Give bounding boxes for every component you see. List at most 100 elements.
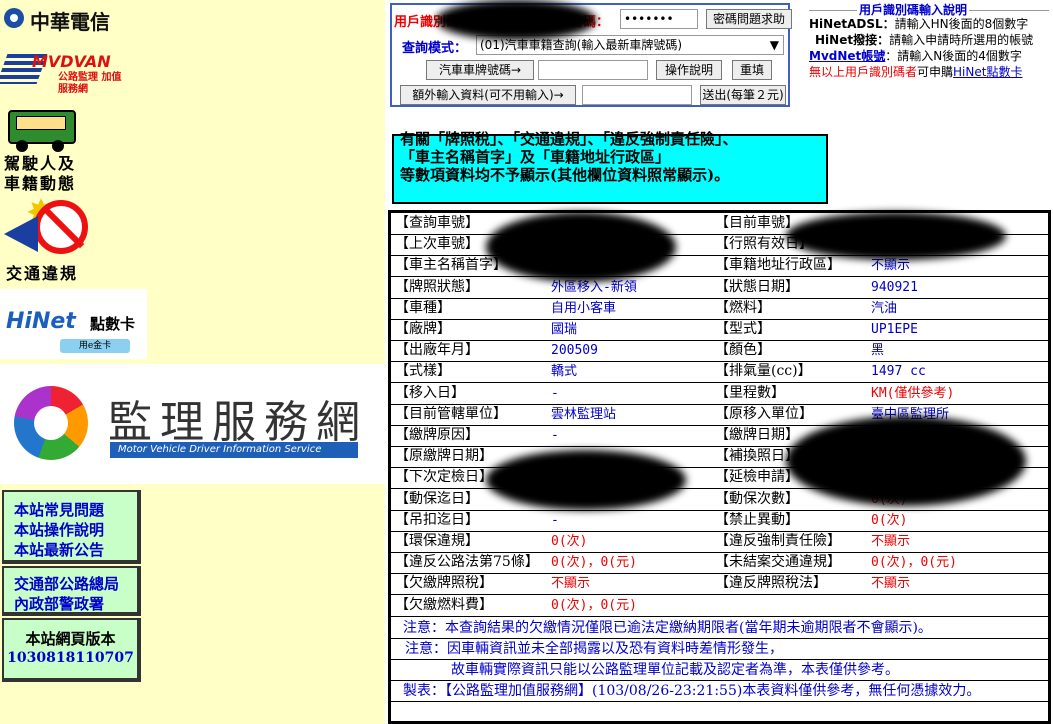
field-value: 不顯示: [871, 534, 911, 549]
mvdnet-link[interactable]: MvdNet帳號: [809, 49, 885, 63]
notice-line: 注意：本查詢結果的欠繳情況僅限已逾法定繳納期限者(當年期未逾期限者不會顯示)。: [391, 618, 1048, 639]
field-value: 200509: [551, 343, 598, 359]
reset-button[interactable]: 重填: [732, 60, 772, 80]
field-value: 0(次)，0(元): [551, 555, 637, 571]
mvdvan-logo[interactable]: MVDVAN 公路監理 加值服務網: [0, 40, 122, 98]
cht-logo[interactable]: 中華電信: [4, 6, 144, 34]
field-label: 【車種】: [395, 299, 451, 316]
table-row: 【移入日】 - 【里程數】 KM(僅供參考): [391, 383, 1048, 405]
mvdis-banner[interactable]: 監理服務網 Motor Vehicle Driver Information S…: [0, 364, 385, 484]
field-label: 【禁止異動】: [715, 511, 799, 528]
cht-logo-icon: [4, 8, 24, 28]
forgot-password-button[interactable]: 密碼問題求助: [706, 9, 792, 29]
field-label: 【式樣】: [395, 363, 451, 380]
field-label: 【牌照狀態】: [395, 278, 479, 295]
field-value: 黑: [871, 343, 885, 359]
field-label: 【違反公路法第75條】: [395, 554, 539, 571]
field-label: 【排氣量(cc)】: [715, 363, 812, 380]
field-value: 940921: [871, 279, 918, 295]
field-value: UP1EPE: [871, 322, 918, 337]
field-label: 【目前車號】: [715, 215, 799, 231]
field-value: 雲林監理站: [551, 406, 617, 422]
notice-line: 故車輛實際資訊只能以公路監理單位記載及認定者為準，本表僅供參考。: [391, 660, 1048, 682]
notice-line: 注意：因車輛資訊並未全部揭露以及恐有資料時差情形發生，: [391, 639, 1048, 660]
field-value: 國瑞: [551, 322, 578, 337]
help-panel: 用戶識別碼輸入說明 HiNetADSL：請輸入HN後面的8個數字 HiNet撥接…: [809, 2, 1049, 84]
npa-link[interactable]: 內政部警政署: [4, 594, 137, 614]
submit-button[interactable]: 送出(每筆２元): [700, 85, 786, 105]
field-value: 0(次)，0(元): [871, 555, 957, 571]
help-links-box: 本站常見問題 本站操作說明 本站最新公告: [2, 490, 141, 564]
field-label: 【動保迄日】: [395, 490, 479, 507]
table-row: 【廠牌】 國瑞 【型式】 UP1EPE: [391, 319, 1048, 341]
redaction-mask: [436, 0, 596, 40]
field-value: 不顯示: [551, 576, 591, 592]
table-row: 【車種】 自用小客車 【燃料】 汽油: [391, 298, 1048, 320]
traffic-violation-link[interactable]: 交通違規: [6, 264, 78, 284]
extra-input-button[interactable]: 額外輸入資料(可不用輸入)→: [400, 85, 576, 105]
mvdis-logo-icon: [14, 386, 88, 460]
hinet-card-icon: 用e金卡: [60, 339, 130, 353]
thb-link[interactable]: 交通部公路總局: [4, 574, 137, 594]
field-label: 【移入日】: [395, 384, 465, 401]
faq-link[interactable]: 本站常見問題: [4, 500, 137, 520]
field-value: 自用小客車: [551, 300, 617, 316]
gov-links-box: 交通部公路總局 內政部警政署: [2, 566, 141, 616]
field-label: 【環保違規】: [395, 533, 479, 549]
field-value: 1497 cc: [871, 364, 926, 380]
field-label: 【型式】: [715, 321, 771, 337]
field-value: -: [551, 512, 559, 528]
table-row: 【吊扣迄日】 - 【禁止異動】 0(次): [391, 510, 1048, 532]
notice-line: 製表：【公路監理加值服務網】(103/08/26-23:21:55)本表資料僅供…: [391, 681, 1048, 703]
field-label: 【欠繳牌照稅】: [395, 575, 493, 592]
field-label: 【車籍地址行政區】: [715, 257, 841, 274]
extra-input[interactable]: [582, 85, 692, 105]
field-label: 【廠牌】: [395, 321, 451, 337]
hinet-card-banner[interactable]: HiNet 點數卡 用e金卡: [0, 289, 147, 359]
hinet-card-link[interactable]: HiNet點數卡: [953, 65, 1022, 79]
field-label: 【繳牌原因】: [395, 427, 479, 443]
field-label: 【違反牌照稅法】: [715, 575, 827, 592]
field-label: 【延檢申請】: [715, 469, 799, 486]
notice-box: 有關「牌照稅」、「交通違規」、「違反強制責任險」、 「車主名稱首字」及「車籍地址…: [392, 130, 828, 204]
field-label: 【狀態日期】: [715, 278, 799, 295]
field-label: 【動保次數】: [715, 490, 799, 507]
table-row: 【牌照狀態】 外區移入-新領 【狀態日期】 940921: [391, 277, 1048, 299]
table-row: 【違反公路法第75條】 0(次)，0(元) 【未結案交通違規】 0(次)，0(元): [391, 552, 1048, 575]
version-box: 本站網頁版本 1030818110707: [2, 618, 141, 682]
field-value: 汽油: [871, 300, 898, 316]
redaction-mask: [786, 416, 1026, 506]
driver-vehicle-link[interactable]: 駕駛人及 車籍動態: [4, 154, 84, 194]
redaction-mask: [486, 450, 686, 510]
plate-number-input[interactable]: [538, 60, 648, 80]
table-row: 【式樣】 轎式 【排氣量(cc)】 1497 cc: [391, 361, 1048, 384]
table-row: 【出廠年月】 200509 【顏色】 黑: [391, 340, 1048, 363]
guide-link[interactable]: 本站操作說明: [4, 520, 137, 540]
field-label: 【燃料】: [715, 299, 771, 316]
redaction-mask: [786, 212, 1006, 260]
field-value: -: [551, 428, 559, 443]
field-label: 【吊扣迄日】: [395, 511, 479, 528]
field-label: 【目前管轄單位】: [395, 405, 507, 422]
field-label: 【上次車號】: [395, 236, 479, 253]
field-label: 【原繳牌日期】: [395, 448, 493, 465]
main-content: 用戶識別碼： 密碼： ••••••• 密碼問題求助 查詢模式： (01)汽車車籍…: [386, 0, 1053, 724]
field-label: 【車主名稱首字】: [395, 257, 507, 274]
field-label: 【欠繳燃料費】: [395, 596, 493, 613]
field-value: 轎式: [551, 364, 578, 380]
plate-number-button[interactable]: 汽車車牌號碼→: [426, 60, 534, 80]
redaction-mask: [486, 212, 676, 282]
field-label: 【查詢車號】: [395, 215, 479, 231]
sidebar: 中華電信 MVDVAN 公路監理 加值服務網 駕駛人及 車籍動態 ✸ 交通違規 …: [0, 0, 385, 724]
password-input[interactable]: •••••••: [620, 9, 698, 29]
bus-icon[interactable]: [8, 104, 76, 154]
field-value: -: [551, 385, 559, 401]
field-label: 【里程數】: [715, 384, 785, 401]
field-value: 不顯示: [871, 576, 911, 592]
news-link[interactable]: 本站最新公告: [4, 540, 137, 560]
table-row: 【欠繳燃料費】 0(次)，0(元): [391, 595, 1048, 617]
field-label: 【顏色】: [715, 342, 771, 359]
help-button[interactable]: 操作說明: [656, 60, 722, 80]
field-label: 【違反強制責任險】: [715, 533, 841, 549]
traffic-violation-icon[interactable]: ✸: [4, 196, 104, 262]
